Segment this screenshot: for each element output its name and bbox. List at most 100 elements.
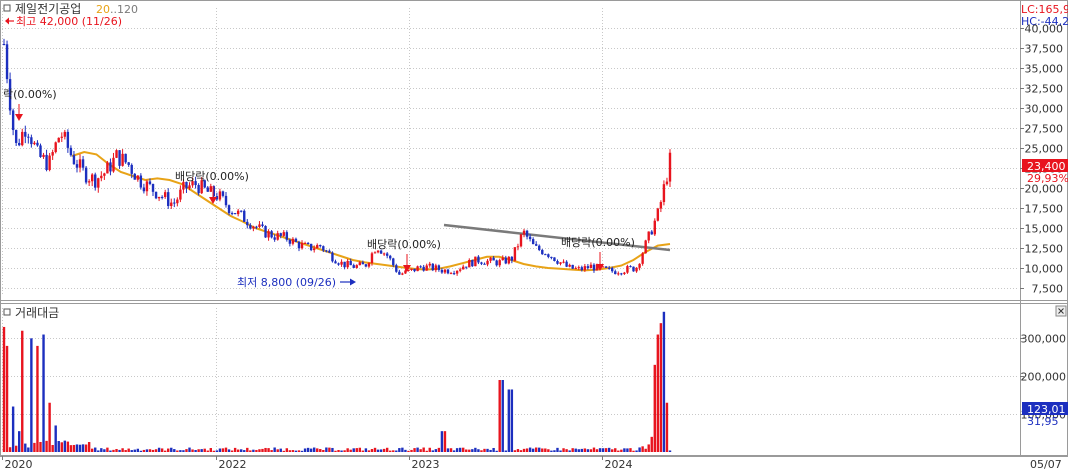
candle-body: [604, 266, 608, 268]
time-axis[interactable]: 2020 2022 2023 2024 05/07: [2, 456, 1062, 471]
volume-bar: [574, 448, 577, 452]
volume-bar: [607, 447, 611, 452]
volume-bar: [562, 448, 565, 452]
volume-bar: [586, 449, 590, 452]
volume-bar: [267, 448, 270, 452]
volume-bar: [154, 449, 158, 452]
chart-canvas[interactable]: 제일전기공업 20 .. 120 LC:165,9 HC:-44,2 7,500…: [0, 0, 1068, 473]
candle-body: [270, 231, 273, 238]
volume-bar: [544, 448, 547, 452]
volume-bar: [194, 450, 197, 452]
price-tick-label: 17,500: [1025, 203, 1064, 216]
volume-bar: [392, 450, 395, 452]
volume-bar: [209, 448, 212, 452]
volume-bar: [477, 449, 480, 452]
volume-bar: [130, 450, 133, 452]
candle-body: [230, 213, 234, 215]
volume-bar: [319, 449, 322, 452]
candle-body: [586, 266, 590, 269]
candle-body: [206, 187, 209, 192]
candle-body: [285, 232, 289, 240]
volume-bar: [531, 448, 535, 452]
candle-body: [422, 266, 425, 271]
candle-body: [282, 232, 285, 236]
volume-bar: [100, 448, 103, 452]
volume-bar: [103, 449, 106, 452]
volume-bar: [635, 450, 638, 452]
volume-bar: [185, 449, 188, 452]
volume-bar: [598, 448, 602, 452]
volume-bar: [361, 450, 365, 452]
volume-bar: [455, 448, 459, 452]
candle-body: [84, 167, 88, 183]
candle-body: [221, 191, 225, 196]
candle-body: [516, 246, 520, 248]
volume-bar: [63, 440, 67, 452]
volume-bar: [167, 448, 170, 452]
candle-body: [370, 253, 374, 263]
volume-bar: [157, 447, 161, 452]
candle-body: [97, 178, 100, 188]
candle-body: [182, 181, 185, 190]
candle-body: [109, 162, 112, 172]
dividend-label: 배당락(0.00%): [175, 170, 249, 183]
candle-body: [665, 181, 669, 185]
volume-bar: [337, 450, 340, 452]
candle-body: [632, 266, 635, 272]
price-tick-label: 37,500: [1025, 43, 1064, 56]
volume-bar: [665, 402, 669, 452]
volume-bar: [18, 431, 21, 452]
volume-bar: [352, 448, 355, 452]
volume-bar: [525, 448, 529, 452]
volume-bar: [644, 448, 647, 452]
volume-bar: [550, 450, 553, 452]
candle-body: [580, 267, 584, 271]
candle-body: [452, 273, 456, 275]
volume-bar: [446, 448, 450, 452]
volume-bar: [583, 448, 587, 452]
volume-tick-label: 200,000: [1021, 371, 1067, 384]
candle-body: [14, 130, 18, 143]
volume-bar: [215, 450, 219, 452]
candle-body: [227, 205, 231, 214]
candle-body: [410, 268, 413, 271]
volume-bar: [75, 444, 79, 452]
volume-bar: [136, 448, 140, 452]
candle-body: [5, 44, 9, 80]
candle-body: [258, 224, 261, 227]
candle-body: [662, 184, 666, 203]
candle-body: [264, 225, 267, 238]
volume-bar: [57, 441, 60, 452]
candle-body: [209, 186, 212, 192]
price-tick-label: 10,000: [1025, 263, 1064, 276]
price-tick-label: 32,500: [1025, 83, 1064, 96]
candle-body: [173, 202, 176, 204]
candle-body: [550, 256, 553, 258]
candle-body: [471, 259, 474, 267]
candle-body: [443, 269, 447, 273]
volume-bar: [51, 445, 54, 452]
volume-tick-label: 300,000: [1021, 333, 1067, 346]
price-tick-label: 15,000: [1025, 223, 1064, 236]
candle-body: [364, 264, 368, 267]
volume-bar: [200, 449, 203, 452]
time-tick-label: 2024: [605, 458, 633, 471]
candle-body: [416, 266, 419, 272]
candle-body: [24, 131, 27, 137]
volume-bar: [623, 448, 626, 452]
volume-bar: [611, 449, 614, 452]
volume-bar: [407, 450, 410, 452]
volume-bar: [249, 450, 252, 452]
volume-bar: [297, 450, 301, 452]
volume-bar: [276, 449, 279, 452]
volume-bar: [90, 448, 94, 452]
candle-body: [130, 164, 133, 174]
volume-bar: [641, 446, 644, 452]
candle-body: [18, 142, 21, 146]
volume-bar: [614, 448, 617, 452]
volume-bar: [483, 448, 486, 452]
dividend-label: 배당락(0.00%): [367, 238, 441, 251]
candle-body: [218, 191, 222, 200]
candle-body: [325, 250, 328, 252]
volume-bar: [601, 448, 605, 452]
